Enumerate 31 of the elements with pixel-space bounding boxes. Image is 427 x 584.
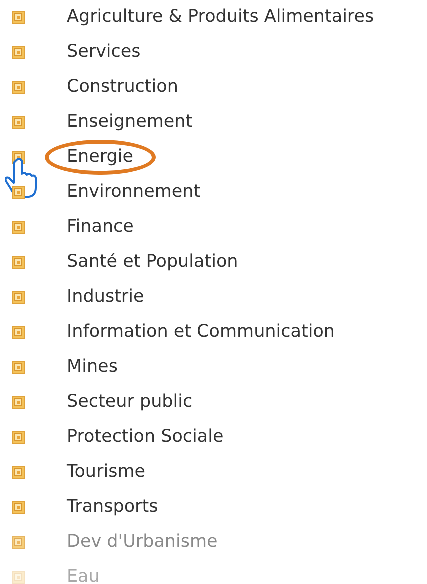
category-link[interactable]: Mines bbox=[45, 350, 140, 386]
square-bullet-icon bbox=[12, 431, 25, 444]
square-bullet-icon bbox=[12, 501, 25, 514]
square-bullet-icon bbox=[12, 466, 25, 479]
category-link[interactable]: Energie bbox=[45, 140, 156, 176]
category-link[interactable]: Protection Sociale bbox=[45, 420, 246, 456]
category-link[interactable]: Secteur public bbox=[45, 384, 215, 420]
category-link[interactable]: Enseignement bbox=[45, 104, 215, 140]
category-link[interactable]: Transports bbox=[45, 490, 180, 526]
square-bullet-icon bbox=[12, 256, 25, 269]
category-link[interactable]: Santé et Population bbox=[45, 244, 260, 280]
category-link[interactable]: Agriculture & Produits Alimentaires bbox=[45, 0, 396, 36]
square-bullet-icon bbox=[12, 46, 25, 59]
square-bullet-icon bbox=[12, 571, 25, 584]
category-link[interactable]: Environnement bbox=[45, 174, 223, 210]
square-bullet-icon bbox=[12, 396, 25, 409]
category-link[interactable]: Industrie bbox=[45, 280, 166, 316]
square-bullet-icon bbox=[12, 186, 25, 199]
square-bullet-icon bbox=[12, 326, 25, 339]
square-bullet-icon bbox=[12, 291, 25, 304]
category-link[interactable]: Finance bbox=[45, 210, 156, 246]
square-bullet-icon bbox=[12, 81, 25, 94]
category-link[interactable]: Services bbox=[45, 34, 163, 70]
category-link[interactable]: Tourisme bbox=[45, 454, 168, 490]
square-bullet-icon bbox=[12, 361, 25, 374]
square-bullet-icon bbox=[12, 536, 25, 549]
square-bullet-icon bbox=[12, 221, 25, 234]
category-link[interactable]: Information et Communication bbox=[45, 314, 357, 350]
square-bullet-icon bbox=[12, 11, 25, 24]
square-bullet-icon bbox=[12, 116, 25, 129]
category-link[interactable]: Construction bbox=[45, 70, 200, 106]
